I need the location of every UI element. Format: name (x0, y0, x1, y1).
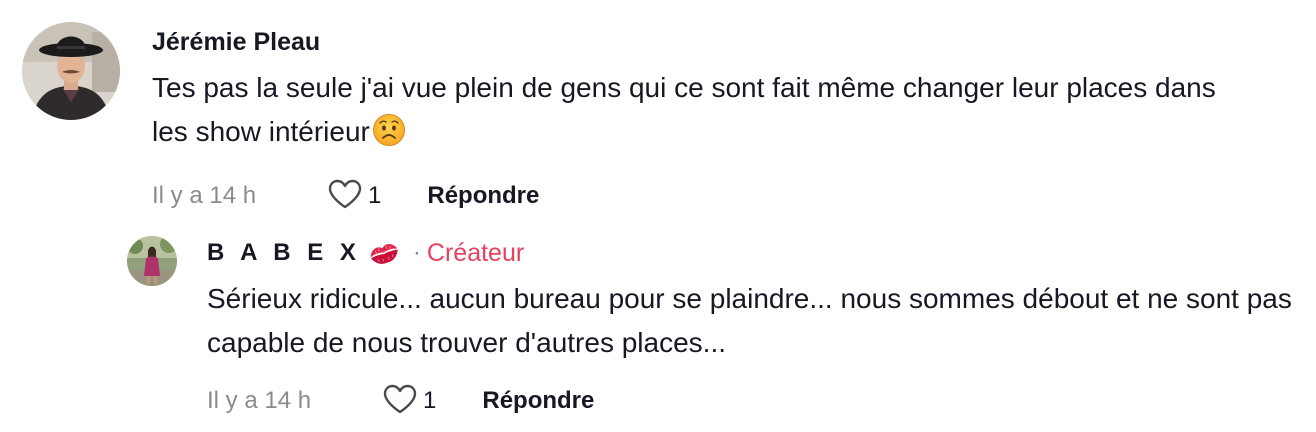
reply-button[interactable]: Répondre (482, 387, 594, 415)
comment-meta: Il y a 14 h 1 Répondre (207, 383, 1297, 419)
like-button[interactable]: 1 (383, 384, 436, 419)
comment-meta: Il y a 14 h 1 Répondre (152, 178, 1252, 214)
author-row: Jérémie Pleau (152, 22, 1252, 62)
worried-face-icon (372, 113, 406, 160)
kiss-mark-icon (367, 239, 401, 267)
comment-item: Jérémie Pleau Tes pas la seule j'ai vue … (22, 22, 1252, 214)
author-name[interactable]: Jérémie Pleau (152, 28, 320, 57)
like-count: 1 (423, 387, 437, 414)
reply-button[interactable]: Répondre (427, 182, 539, 210)
comment-body: B A B E X · Créateur Sérieux ridicule...… (207, 233, 1297, 419)
heart-outline-icon[interactable] (328, 179, 362, 214)
separator: · (412, 239, 421, 266)
author-name[interactable]: B A B E X (207, 239, 361, 267)
avatar[interactable] (22, 22, 120, 120)
comment-text: Tes pas la seule j'ai vue plein de gens … (152, 66, 1252, 160)
creator-badge: Créateur (426, 238, 525, 267)
timestamp: Il y a 14 h (207, 387, 312, 414)
avatar[interactable] (127, 236, 177, 286)
author-row: B A B E X · Créateur (207, 233, 1297, 273)
comment-text-content: Tes pas la seule j'ai vue plein de gens … (152, 72, 1224, 147)
like-button[interactable]: 1 (328, 179, 381, 214)
timestamp: Il y a 14 h (152, 182, 257, 209)
comment-text: Sérieux ridicule... aucun bureau pour se… (207, 283, 1300, 358)
reply-item: B A B E X · Créateur Sérieux ridicule...… (127, 233, 1297, 419)
comment-body: Jérémie Pleau Tes pas la seule j'ai vue … (152, 22, 1252, 214)
heart-outline-icon[interactable] (383, 384, 417, 419)
like-count: 1 (368, 182, 382, 209)
